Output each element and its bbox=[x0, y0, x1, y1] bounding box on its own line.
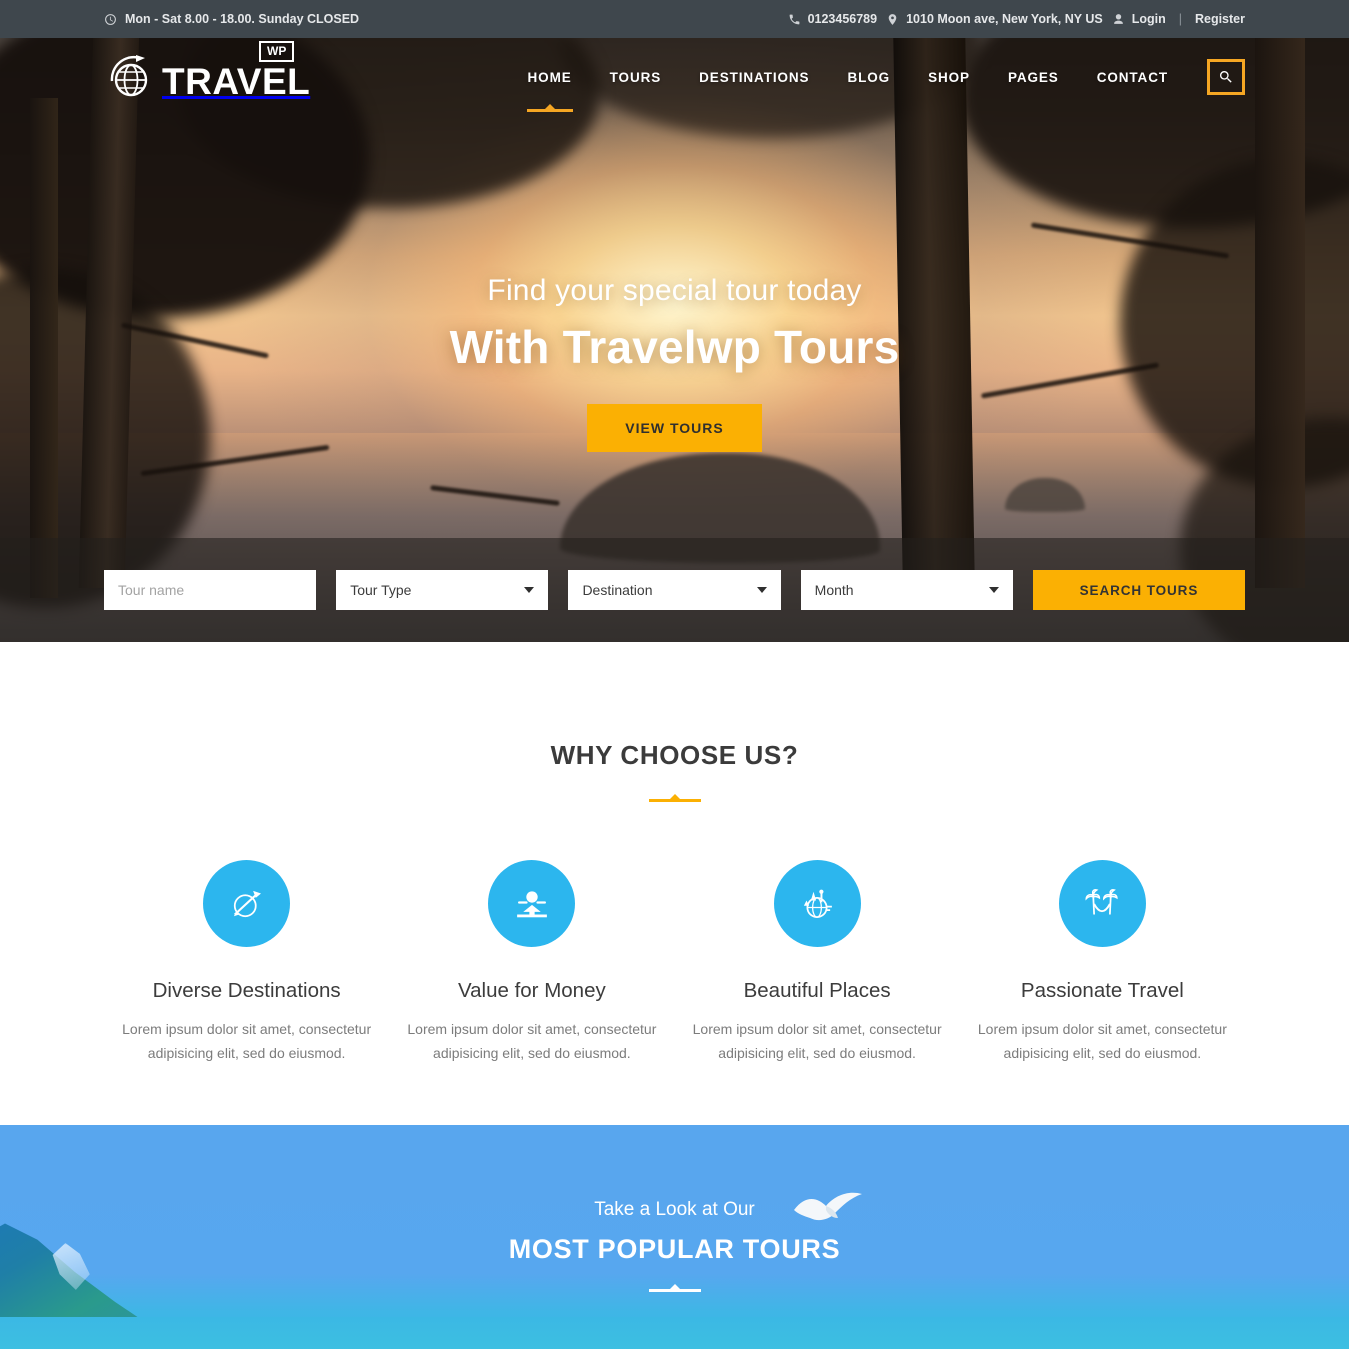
globe-airplane-icon bbox=[104, 51, 156, 103]
user-icon bbox=[1112, 13, 1125, 26]
sea-graphic bbox=[0, 1317, 1349, 1349]
section-divider bbox=[648, 794, 701, 802]
popular-tours-title: MOST POPULAR TOURS bbox=[508, 1234, 841, 1265]
chevron-down-icon bbox=[756, 587, 767, 593]
popular-tours-subtitle: Take a Look at Our bbox=[594, 1199, 755, 1221]
feature-item: Passionate Travel Lorem ipsum dolor sit … bbox=[960, 860, 1245, 1065]
business-hours: Mon - Sat 8.00 - 18.00. Sunday CLOSED bbox=[104, 12, 359, 26]
feature-item: Diverse Destinations Lorem ipsum dolor s… bbox=[104, 860, 389, 1065]
tour-name-input[interactable] bbox=[104, 570, 317, 610]
login-link[interactable]: Login bbox=[1112, 12, 1166, 26]
feature-description: Lorem ipsum dolor sit amet, consectetur … bbox=[692, 1021, 942, 1061]
feature-item: Value for Money Lorem ipsum dolor sit am… bbox=[389, 860, 674, 1065]
phone-info[interactable]: 0123456789 bbox=[788, 12, 878, 26]
destination-select[interactable]: Destination bbox=[568, 570, 781, 610]
login-label: Login bbox=[1131, 12, 1166, 26]
top-bar: Mon - Sat 8.00 - 18.00. Sunday CLOSED 01… bbox=[0, 0, 1349, 38]
feature-title: Beautiful Places bbox=[743, 979, 891, 1002]
business-hours-text: Mon - Sat 8.00 - 18.00. Sunday CLOSED bbox=[125, 12, 360, 26]
feature-description: Lorem ipsum dolor sit amet, consectetur … bbox=[122, 1021, 372, 1061]
main-navigation: HOME TOURS DESTINATIONS BLOG SHOP PAGES … bbox=[509, 59, 1245, 112]
search-tours-button[interactable]: SEARCH TOURS bbox=[1032, 570, 1245, 610]
destination-value: Destination bbox=[582, 582, 653, 598]
feature-description: Lorem ipsum dolor sit amet, consectetur … bbox=[977, 1021, 1227, 1061]
hero-section: TRAVEL WP HOME TOURS DESTINATIONS BLOG S… bbox=[0, 38, 1349, 642]
feature-title: Passionate Travel bbox=[1020, 979, 1184, 1002]
features-list: Diverse Destinations Lorem ipsum dolor s… bbox=[104, 860, 1245, 1065]
phone-number: 0123456789 bbox=[807, 12, 878, 26]
feature-title: Value for Money bbox=[457, 979, 606, 1002]
globe-landmarks-icon bbox=[773, 860, 861, 947]
why-choose-us-title: WHY CHOOSE US? bbox=[550, 740, 799, 770]
logo-text: TRAVEL bbox=[162, 61, 311, 102]
site-logo[interactable]: TRAVEL WP bbox=[104, 41, 311, 103]
month-value: Month bbox=[814, 582, 854, 598]
tour-type-value: Tour Type bbox=[350, 582, 412, 598]
hero-subtitle: Find your special tour today bbox=[487, 274, 862, 307]
popular-tours-content: Take a Look at Our MOST POPULAR TOURS bbox=[0, 1125, 1349, 1293]
phone-icon bbox=[788, 13, 801, 26]
palm-hammock-icon bbox=[1058, 860, 1146, 947]
chevron-down-icon bbox=[524, 587, 535, 593]
nav-item-destinations[interactable]: DESTINATIONS bbox=[680, 60, 828, 95]
address-info: 1010 Moon ave, New York, NY US bbox=[886, 12, 1103, 26]
nav-item-blog[interactable]: BLOG bbox=[828, 60, 909, 95]
nav-item-home[interactable]: HOME bbox=[509, 60, 591, 112]
hero-title: With Travelwp Tours bbox=[449, 321, 900, 373]
globe-airplane-icon bbox=[203, 860, 291, 947]
month-select[interactable]: Month bbox=[800, 570, 1013, 610]
nav-item-shop[interactable]: SHOP bbox=[909, 60, 989, 95]
logo-badge: WP bbox=[259, 41, 295, 62]
nav-item-pages[interactable]: PAGES bbox=[989, 60, 1078, 95]
nav-item-tours[interactable]: TOURS bbox=[591, 60, 681, 95]
nav-item-contact[interactable]: CONTACT bbox=[1078, 60, 1187, 95]
feature-title: Diverse Destinations bbox=[152, 979, 341, 1002]
search-icon[interactable] bbox=[1207, 59, 1245, 95]
site-header: TRAVEL WP HOME TOURS DESTINATIONS BLOG S… bbox=[0, 38, 1349, 116]
popular-tours-section: Take a Look at Our MOST POPULAR TOURS bbox=[0, 1125, 1349, 1349]
address-text: 1010 Moon ave, New York, NY US bbox=[906, 12, 1103, 26]
tour-type-select[interactable]: Tour Type bbox=[336, 570, 549, 610]
register-link[interactable]: Register bbox=[1195, 12, 1245, 26]
hero-content: Find your special tour today With Travel… bbox=[0, 274, 1349, 452]
feature-description: Lorem ipsum dolor sit amet, consectetur … bbox=[407, 1021, 657, 1061]
view-tours-button[interactable]: VIEW TOURS bbox=[587, 404, 762, 452]
map-pin-icon bbox=[886, 13, 899, 26]
chevron-down-icon bbox=[988, 587, 999, 593]
beach-sunset-icon bbox=[488, 860, 576, 947]
topbar-separator: | bbox=[1178, 12, 1182, 26]
section-divider bbox=[648, 1284, 701, 1293]
clock-icon bbox=[104, 13, 117, 26]
feature-item: Beautiful Places Lorem ipsum dolor sit a… bbox=[675, 860, 960, 1065]
tour-search-bar: Tour Type Destination Month SEARCH TOURS bbox=[0, 538, 1349, 642]
why-choose-us-section: WHY CHOOSE US? Diverse Destinations Lore… bbox=[0, 642, 1349, 1126]
